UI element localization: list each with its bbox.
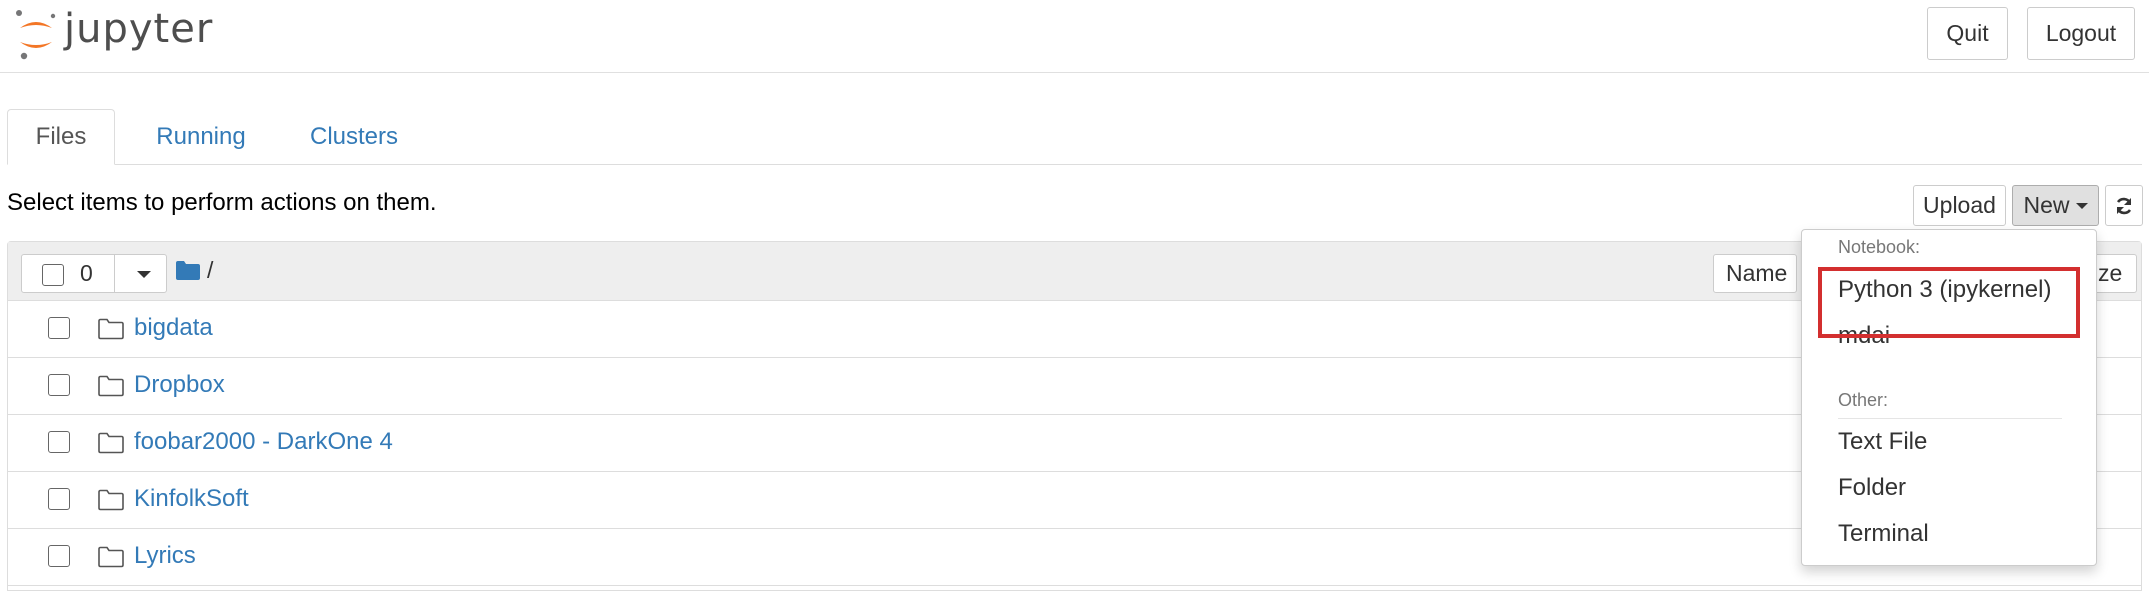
jupyter-logo-icon [16, 10, 56, 60]
menu-divider [1838, 418, 2062, 419]
select-menu-caret-icon[interactable] [137, 271, 151, 278]
refresh-button[interactable] [2105, 185, 2143, 226]
file-name-link[interactable]: foobar2000 - DarkOne 4 [134, 428, 393, 456]
instructions-text: Select items to perform actions on them. [7, 189, 437, 216]
tab-files[interactable]: Files [7, 109, 115, 165]
caret-down-icon [2075, 202, 2088, 209]
logout-button[interactable]: Logout [2027, 7, 2135, 60]
breadcrumb[interactable]: / [207, 257, 213, 284]
file-name-link[interactable]: Lyrics [134, 542, 196, 570]
folder-outline-icon [98, 432, 124, 454]
file-name-link[interactable]: Dropbox [134, 371, 225, 399]
folder-outline-icon [98, 489, 124, 511]
divider [114, 255, 115, 292]
row-checkbox[interactable] [48, 545, 70, 567]
file-name-link[interactable]: bigdata [134, 314, 213, 342]
upload-button[interactable]: Upload [1913, 185, 2006, 226]
folder-outline-icon [98, 375, 124, 397]
selected-count: 0 [80, 260, 93, 286]
folder-outline-icon [98, 546, 124, 568]
row-checkbox[interactable] [48, 317, 70, 339]
new-button[interactable]: New [2012, 185, 2099, 226]
row-checkbox[interactable] [48, 488, 70, 510]
folder-icon[interactable] [176, 260, 200, 280]
notebook-header: Notebook: [1838, 237, 1921, 257]
sort-by-size-button[interactable]: ze [2093, 254, 2137, 293]
other-header: Other: [1838, 390, 1889, 410]
menu-item-terminal[interactable]: Terminal [1838, 520, 1929, 548]
row-checkbox[interactable] [48, 374, 70, 396]
menu-item-folder[interactable]: Folder [1838, 474, 1906, 502]
notebook-kernels-highlight [1818, 267, 2080, 338]
select-all-group[interactable]: 0 [21, 254, 167, 293]
select-all-checkbox[interactable] [42, 264, 64, 286]
new-button-label: New [2023, 192, 2070, 218]
jupyter-logo[interactable]: jupyter [14, 6, 213, 62]
tab-bar: Files Running Clusters [7, 109, 2142, 165]
header: jupyter Quit Logout [0, 0, 2149, 73]
tab-clusters[interactable]: Clusters [291, 109, 417, 165]
menu-item-text-file[interactable]: Text File [1838, 428, 1927, 456]
sort-by-name-button[interactable]: Name [1713, 254, 1797, 293]
row-checkbox[interactable] [48, 431, 70, 453]
file-name-link[interactable]: KinfolkSoft [134, 485, 249, 513]
logo-text: jupyter [64, 6, 214, 52]
folder-outline-icon [98, 318, 124, 340]
tab-running[interactable]: Running [138, 109, 264, 165]
refresh-icon [2116, 197, 2132, 214]
quit-button[interactable]: Quit [1927, 7, 2008, 60]
